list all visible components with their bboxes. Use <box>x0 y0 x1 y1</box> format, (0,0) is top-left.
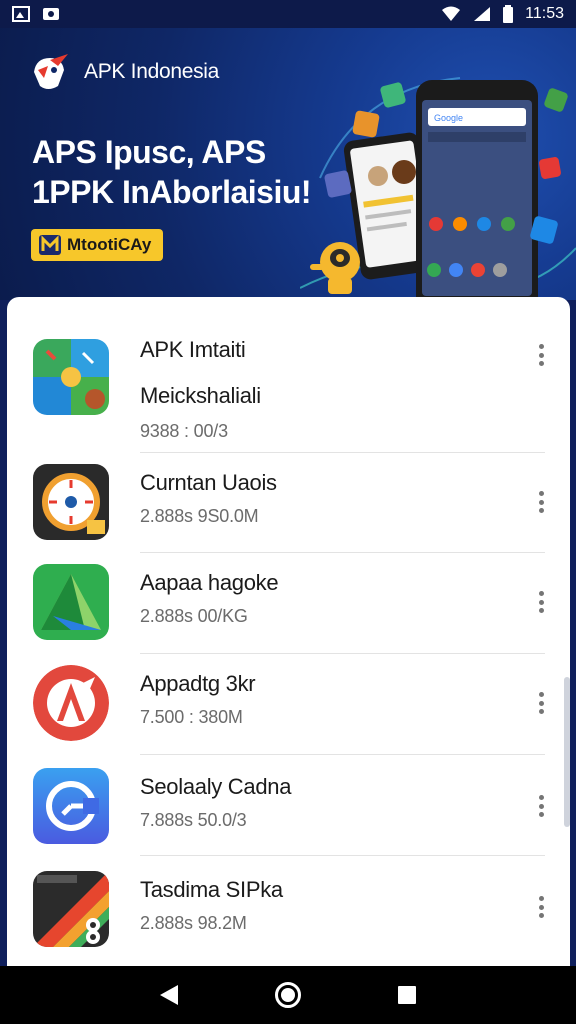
divider <box>140 754 545 755</box>
recents-button[interactable] <box>393 981 421 1009</box>
navigation-bar <box>0 966 576 1024</box>
scrollbar[interactable] <box>564 677 570 827</box>
app-name: Seolaaly Cadna <box>140 774 292 799</box>
back-button[interactable] <box>155 981 183 1009</box>
app-subtitle: Meickshaliali <box>140 383 261 408</box>
status-right-icons: 11:53 <box>441 5 564 23</box>
cta-logo-icon <box>39 235 61 255</box>
status-left-icons <box>12 6 60 22</box>
phones-illustration: Google <box>300 77 576 300</box>
app-meta: 9388 : 00/3 <box>140 421 228 441</box>
brand-logo-icon <box>34 54 68 89</box>
app-meta: 2.888s 98.2M <box>140 913 247 933</box>
colorful-tiles-icon <box>33 339 109 415</box>
app-meta: 7.888s 50.0/3 <box>140 810 247 830</box>
recents-icon <box>397 986 416 1004</box>
signal-icon <box>474 7 491 21</box>
brand: APK Indonesia <box>28 52 219 92</box>
triangle-logo-icon <box>33 564 109 640</box>
more-options-button[interactable] <box>531 893 551 921</box>
cta-label: MtootiCAy <box>67 235 152 254</box>
app-text: Aapaa hagoke 2.888s 00/KG <box>140 570 279 627</box>
promo-banner[interactable]: APK Indonesia APS Ipusc, APS 1PPK InAbor… <box>0 28 576 300</box>
app-text: Curntan Uaois 2.888s 9S0.0M <box>140 470 277 527</box>
app-meta: 2.888s 00/KG <box>140 606 248 626</box>
app-name: Aapaa hagoke <box>140 570 279 595</box>
app-text: Appadtg 3kr 7.500 : 380M <box>140 671 256 728</box>
headline-line-2: 1PPK InAborlaisiu! <box>32 174 312 210</box>
camera-icon <box>43 8 59 20</box>
wifi-icon <box>442 6 461 21</box>
status-time: 11:53 <box>525 5 564 22</box>
app-meta: 7.500 : 380M <box>140 707 243 727</box>
stripe-8-icon <box>33 871 109 947</box>
red-a-icon <box>33 665 109 741</box>
clock-arrow-icon <box>33 768 109 844</box>
more-options-button[interactable] <box>531 488 551 516</box>
banner-headline: APS Ipusc, APS 1PPK InAborlaisiu! <box>32 132 312 212</box>
cta-button[interactable]: MtootiCAy <box>31 229 164 261</box>
mascot-icon <box>310 242 360 294</box>
gallery-icon <box>12 6 30 22</box>
back-icon <box>160 985 179 1005</box>
app-text: Tasdima SIPka 2.888s 98.2M <box>140 877 283 934</box>
svg-text:Google: Google <box>434 113 463 123</box>
app-name: APK Imtaiti <box>140 337 246 362</box>
battery-icon <box>503 5 514 23</box>
more-options-button[interactable] <box>531 341 551 369</box>
status-bar: 11:53 <box>0 0 576 28</box>
home-icon <box>274 982 301 1008</box>
app-text: Seolaaly Cadna 7.888s 50.0/3 <box>140 774 291 831</box>
divider <box>140 452 545 453</box>
app-meta: 2.888s 9S0.0M <box>140 506 259 526</box>
divider <box>140 552 545 553</box>
more-options-button[interactable] <box>531 689 551 717</box>
more-options-button[interactable] <box>531 792 551 820</box>
more-options-button[interactable] <box>531 588 551 616</box>
divider <box>140 855 545 856</box>
dial-icon <box>33 464 109 540</box>
app-list: APK Imtaiti Meickshaliali 9388 : 00/3 Cu… <box>7 297 570 977</box>
large-phone-icon: Google <box>416 80 538 300</box>
home-button[interactable] <box>274 981 302 1009</box>
brand-name: APK Indonesia <box>84 60 220 83</box>
app-text: APK Imtaiti Meickshaliali 9388 : 00/3 <box>140 337 261 442</box>
divider <box>140 653 545 654</box>
app-name: Appadtg 3kr <box>140 671 256 696</box>
app-name: Tasdima SIPka <box>140 877 283 902</box>
app-name: Curntan Uaois <box>140 470 277 495</box>
headline-line-1: APS Ipusc, APS <box>32 134 266 170</box>
